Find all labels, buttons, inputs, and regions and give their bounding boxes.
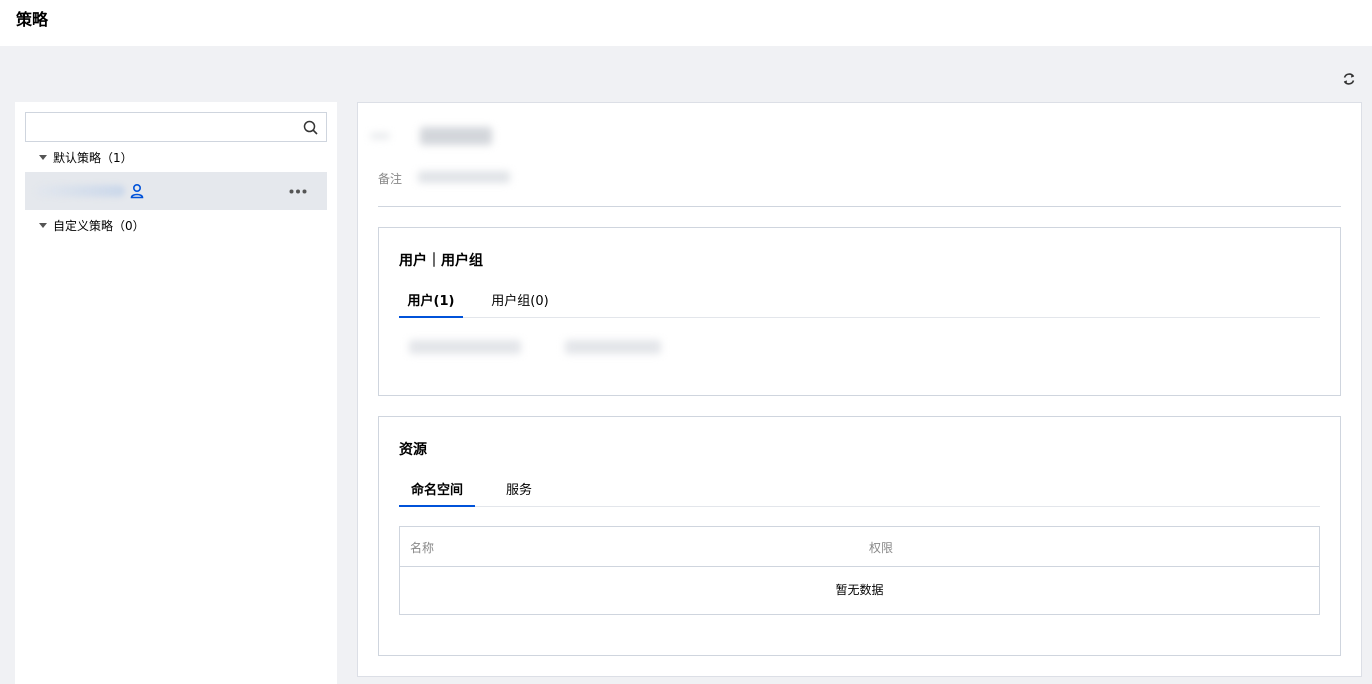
policy-name-redacted bbox=[35, 185, 125, 197]
remark-value-redacted bbox=[418, 171, 510, 183]
table-header: 名称 权限 bbox=[400, 527, 1319, 567]
column-header-name: 名称 bbox=[410, 541, 435, 555]
remark-label: 备注 bbox=[378, 172, 403, 186]
refresh-icon[interactable] bbox=[1340, 70, 1358, 88]
top-header: 策略 bbox=[0, 0, 1372, 46]
tab-users[interactable]: 用户(1) bbox=[399, 292, 463, 318]
tree-group-custom[interactable]: 自定义策略（0） bbox=[25, 213, 327, 237]
more-icon[interactable] bbox=[289, 189, 307, 194]
tab-namespace[interactable]: 命名空间 bbox=[399, 481, 475, 507]
column-header-permission: 权限 bbox=[869, 541, 894, 555]
page-title: 策略 bbox=[16, 10, 49, 29]
tab-user-groups[interactable]: 用户组(0) bbox=[483, 292, 557, 318]
search-input[interactable] bbox=[26, 113, 296, 141]
divider bbox=[378, 206, 1341, 207]
users-tabs: 用户(1) 用户组(0) bbox=[399, 292, 1320, 318]
user-entry-redacted bbox=[409, 340, 521, 354]
empty-state: 暂无数据 bbox=[835, 583, 884, 597]
users-card-title: 用户｜用户组 bbox=[399, 253, 483, 269]
tree-item-policy[interactable] bbox=[25, 172, 327, 210]
users-card: 用户｜用户组 用户(1) 用户组(0) bbox=[378, 227, 1341, 396]
user-entry-redacted bbox=[565, 340, 661, 354]
tab-service[interactable]: 服务 bbox=[495, 481, 543, 507]
user-icon bbox=[130, 183, 144, 199]
resources-card-title: 资源 bbox=[399, 442, 427, 458]
tree-group-label: 默认策略（1） bbox=[53, 150, 133, 165]
tree-group-label: 自定义策略（0） bbox=[53, 218, 145, 233]
policy-detail: 备注 用户｜用户组 用户(1) 用户组(0) 资源 命名空间 服务 名称 权限 … bbox=[357, 102, 1362, 677]
search-icon[interactable] bbox=[303, 120, 318, 135]
policy-sidebar: 默认策略（1） 自定义策略（0） bbox=[15, 102, 337, 684]
caret-down-icon bbox=[39, 222, 47, 228]
resources-tabs: 命名空间 服务 bbox=[399, 481, 1320, 507]
field-label-redacted bbox=[370, 133, 390, 139]
policy-name-redacted bbox=[420, 127, 492, 145]
caret-down-icon bbox=[39, 154, 47, 160]
resources-table: 名称 权限 暂无数据 bbox=[399, 526, 1320, 615]
tree-group-default[interactable]: 默认策略（1） bbox=[25, 145, 327, 169]
resources-card: 资源 命名空间 服务 名称 权限 暂无数据 bbox=[378, 416, 1341, 656]
search-box bbox=[25, 112, 327, 142]
